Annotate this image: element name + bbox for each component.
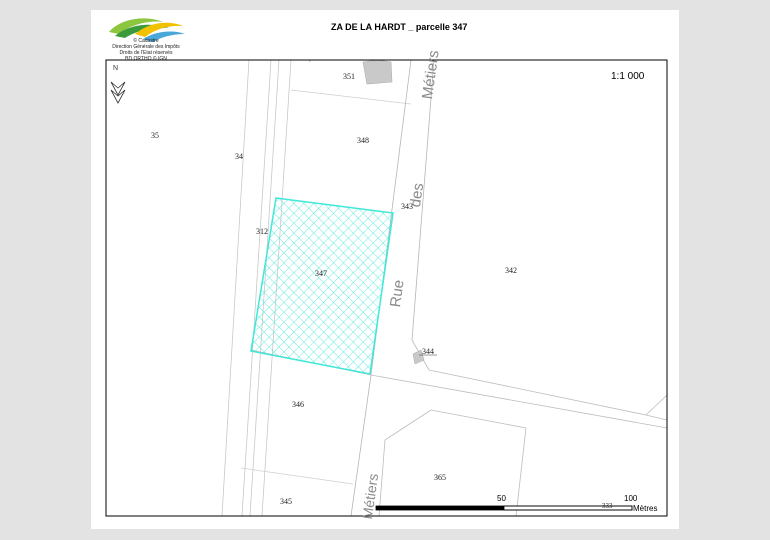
parcel-label-333[interactable]: 333 xyxy=(602,502,613,510)
map-title: ZA DE LA HARDT _ parcelle 347 xyxy=(331,22,468,32)
parcel-label-351[interactable]: 351 xyxy=(343,72,355,81)
scale-tick-100: 100 xyxy=(624,494,638,503)
parcel-label-346[interactable]: 346 xyxy=(292,400,304,409)
parcel-label-35[interactable]: 35 xyxy=(151,131,159,140)
scale-ratio: 1:1 000 xyxy=(611,71,645,82)
street-label-des: des xyxy=(407,182,428,209)
scale-unit: Mètres xyxy=(633,504,658,513)
parcel-label-344[interactable]: 344 xyxy=(422,347,434,356)
north-letter: N xyxy=(113,65,119,72)
north-arrow-icon xyxy=(110,81,126,104)
scale-tick-50: 50 xyxy=(497,494,506,503)
parcel-label-342[interactable]: 342 xyxy=(505,266,517,275)
parcel-label-347[interactable]: 347 xyxy=(315,269,327,278)
parcel-label-365[interactable]: 365 xyxy=(434,473,446,482)
map-sheet: © Cadastre Direction Générale des Impôts… xyxy=(91,10,679,529)
credit-ortho: BD ORTHO © IGN xyxy=(125,56,167,62)
parcel-347-highlight[interactable] xyxy=(250,197,394,375)
parcel-label-348[interactable]: 348 xyxy=(357,136,369,145)
map-frame xyxy=(105,59,668,517)
parcel-label-312[interactable]: 312 xyxy=(256,227,268,236)
parcel-label-34[interactable]: 34 xyxy=(235,152,243,161)
parcel-label-345[interactable]: 345 xyxy=(280,497,292,506)
scale-bar xyxy=(375,505,633,511)
map-canvas[interactable] xyxy=(91,10,679,529)
